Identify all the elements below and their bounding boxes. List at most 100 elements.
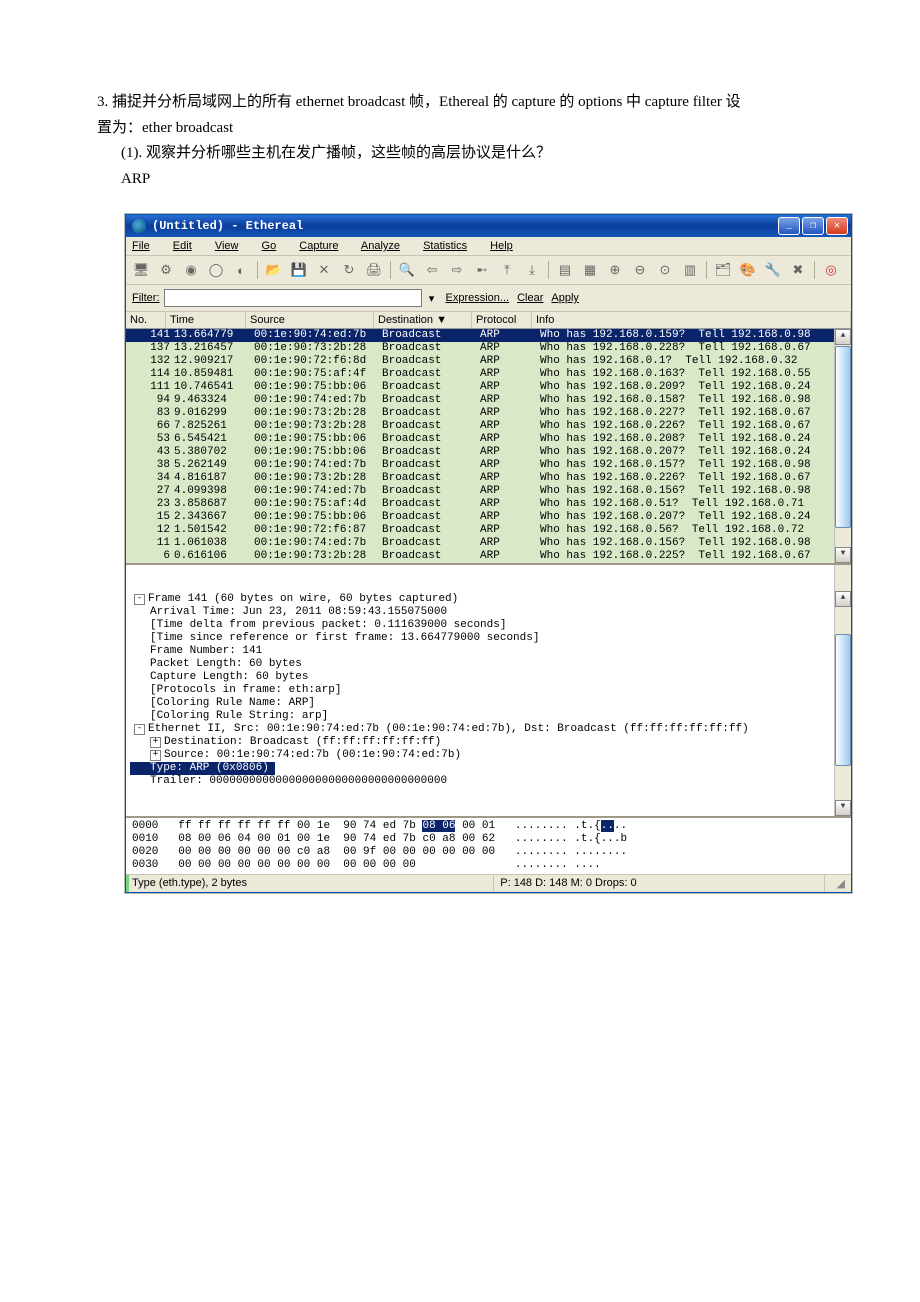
col-no[interactable]: No. [126, 312, 166, 328]
scroll-up-icon[interactable]: ▲ [835, 329, 851, 345]
tree-row[interactable]: [Coloring Rule Name: ARP] [130, 697, 847, 710]
scroll-down-icon[interactable]: ▼ [835, 800, 851, 816]
back-icon[interactable]: ⇦ [421, 259, 443, 281]
details-scrollbar[interactable]: ▲ ▼ [834, 565, 851, 816]
titlebar[interactable]: (Untitled) - Ethereal _ ❐ ✕ [126, 215, 851, 237]
tree-row[interactable]: +Source: 00:1e:90:74:ed:7b (00:1e:90:74:… [130, 749, 847, 762]
zoom100-icon[interactable]: ⊙ [654, 259, 676, 281]
menu-file[interactable]: File [132, 240, 160, 252]
resize-cols-icon[interactable]: ▥ [679, 259, 701, 281]
help-icon[interactable]: ✖ [787, 259, 809, 281]
coloring-icon[interactable]: 🎨 [737, 259, 759, 281]
col-protocol[interactable]: Protocol [472, 312, 532, 328]
table-row[interactable]: 274.099398 00:1e:90:74:ed:7bBroadcast AR… [126, 485, 851, 498]
packet-bytes-pane[interactable]: 0000 ff ff ff ff ff ff 00 1e 90 74 ed 7b… [126, 816, 851, 874]
menu-view[interactable]: View [215, 240, 249, 252]
forward-icon[interactable]: ⇨ [446, 259, 468, 281]
table-row[interactable]: 344.816187 00:1e:90:73:2b:28Broadcast AR… [126, 472, 851, 485]
packet-list[interactable]: ▲ ▼ 14113.664779 00:1e:90:74:ed:7bBroadc… [126, 329, 851, 563]
table-row[interactable]: 536.545421 00:1e:90:75:bb:06Broadcast AR… [126, 433, 851, 446]
tree-row[interactable]: Arrival Time: Jun 23, 2011 08:59:43.1550… [130, 606, 847, 619]
table-row[interactable]: 111.061038 00:1e:90:74:ed:7bBroadcast AR… [126, 537, 851, 550]
reload-icon[interactable]: ↻ [338, 259, 360, 281]
restart-capture-icon[interactable]: ◐ [230, 259, 252, 281]
menu-capture[interactable]: Capture [299, 240, 348, 252]
scroll-up-icon[interactable]: ▲ [835, 591, 851, 607]
table-row[interactable]: 435.380702 00:1e:90:75:bb:06Broadcast AR… [126, 446, 851, 459]
menu-analyze[interactable]: Analyze [361, 240, 410, 252]
scroll-down-icon[interactable]: ▼ [835, 547, 851, 563]
tree-row[interactable]: [Time delta from previous packet: 0.1116… [130, 619, 847, 632]
table-row[interactable]: 839.016299 00:1e:90:73:2b:28Broadcast AR… [126, 407, 851, 420]
packet-list-scrollbar[interactable]: ▲ ▼ [834, 329, 851, 563]
filter-expression[interactable]: Expression... [446, 292, 510, 304]
tree-row[interactable]: Trailer: 0000000000000000000000000000000… [130, 775, 847, 788]
table-row[interactable]: 11410.859481 00:1e:90:75:af:4fBroadcast … [126, 368, 851, 381]
save-icon[interactable]: 💾 [288, 259, 310, 281]
toolbar: 🖥 ⚙ ◉ ◯ ◐ 📂 💾 ✕ ↻ 🖨 🔍 ⇦ ⇨ ➸ ⤒ ⤓ ▤ ▦ ⊕ ⊖ … [126, 256, 851, 285]
tree-row[interactable]: -Frame 141 (60 bytes on wire, 60 bytes c… [130, 593, 847, 606]
tree-row[interactable]: +Destination: Broadcast (ff:ff:ff:ff:ff:… [130, 736, 847, 749]
filter-dropdown-icon[interactable]: ▾ [426, 292, 438, 305]
filter-apply[interactable]: Apply [551, 292, 579, 304]
filter-input[interactable] [164, 289, 422, 307]
top-icon[interactable]: ⤒ [496, 259, 518, 281]
stop-capture-icon[interactable]: ◯ [205, 259, 227, 281]
table-row[interactable]: 385.262149 00:1e:90:74:ed:7bBroadcast AR… [126, 459, 851, 472]
colorize-icon[interactable]: ▤ [554, 259, 576, 281]
filter-label[interactable]: Filter: [132, 292, 160, 304]
bottom-icon[interactable]: ⤓ [521, 259, 543, 281]
tree-row[interactable]: [Protocols in frame: eth:arp] [130, 684, 847, 697]
menu-go[interactable]: Go [262, 240, 287, 252]
menu-statistics[interactable]: Statistics [423, 240, 477, 252]
col-source[interactable]: Source [246, 312, 374, 328]
table-row[interactable]: 667.825261 00:1e:90:73:2b:28Broadcast AR… [126, 420, 851, 433]
autoscroll-icon[interactable]: ▦ [579, 259, 601, 281]
tree-row[interactable]: Packet Length: 60 bytes [130, 658, 847, 671]
table-row[interactable]: 233.858687 00:1e:90:75:af:4dBroadcast AR… [126, 498, 851, 511]
scroll-thumb[interactable] [835, 634, 851, 766]
tree-row[interactable]: Frame Number: 141 [130, 645, 847, 658]
table-row[interactable]: 121.501542 00:1e:90:72:f6:87Broadcast AR… [126, 524, 851, 537]
filters-icon[interactable]: 🗂 [712, 259, 734, 281]
open-icon[interactable]: 📂 [263, 259, 285, 281]
table-row[interactable]: 13212.909217 00:1e:90:72:f6:8dBroadcast … [126, 355, 851, 368]
table-row[interactable]: 14113.664779 00:1e:90:74:ed:7bBroadcast … [126, 329, 851, 342]
hex-bytes: 08 00 06 04 00 01 00 1e [178, 833, 330, 845]
table-row[interactable]: 60.616106 00:1e:90:73:2b:28Broadcast ARP… [126, 550, 851, 563]
filter-clear[interactable]: Clear [517, 292, 543, 304]
table-row[interactable]: 152.343667 00:1e:90:75:bb:06Broadcast AR… [126, 511, 851, 524]
question-line1: 3. 捕捉并分析局域网上的所有 ethernet broadcast 帧，Eth… [97, 90, 823, 116]
maximize-button[interactable]: ❐ [802, 217, 824, 235]
menu-help[interactable]: Help [490, 240, 523, 252]
col-info[interactable]: Info [532, 312, 851, 328]
tree-row[interactable]: -Ethernet II, Src: 00:1e:90:74:ed:7b (00… [130, 723, 847, 736]
col-time[interactable]: Time [166, 312, 246, 328]
scroll-thumb[interactable] [835, 346, 851, 528]
resize-grip-icon[interactable]: ◢ [825, 875, 851, 892]
menu-edit[interactable]: Edit [173, 240, 202, 252]
wiki-icon[interactable]: ◎ [820, 259, 842, 281]
interfaces-icon[interactable]: 🖥 [130, 259, 152, 281]
table-row[interactable]: 949.463324 00:1e:90:74:ed:7bBroadcast AR… [126, 394, 851, 407]
start-capture-icon[interactable]: ◉ [180, 259, 202, 281]
print-icon[interactable]: 🖨 [363, 259, 385, 281]
tree-row[interactable]: [Time since reference or first frame: 13… [130, 632, 847, 645]
tree-row[interactable]: Type: ARP (0x0806) [130, 762, 847, 775]
goto-icon[interactable]: ➸ [471, 259, 493, 281]
app-icon [132, 219, 146, 233]
close-file-icon[interactable]: ✕ [313, 259, 335, 281]
tree-row[interactable]: [Coloring Rule String: arp] [130, 710, 847, 723]
col-destination[interactable]: Destination ▼ [374, 312, 472, 328]
find-icon[interactable]: 🔍 [396, 259, 418, 281]
zoomout-icon[interactable]: ⊖ [629, 259, 651, 281]
close-button[interactable]: ✕ [826, 217, 848, 235]
table-row[interactable]: 13713.216457 00:1e:90:73:2b:28Broadcast … [126, 342, 851, 355]
table-row[interactable]: 11110.746541 00:1e:90:75:bb:06Broadcast … [126, 381, 851, 394]
options-icon[interactable]: ⚙ [155, 259, 177, 281]
minimize-button[interactable]: _ [778, 217, 800, 235]
zoomin-icon[interactable]: ⊕ [604, 259, 626, 281]
tree-row[interactable]: Capture Length: 60 bytes [130, 671, 847, 684]
prefs-icon[interactable]: 🔧 [762, 259, 784, 281]
packet-details-pane[interactable]: -Frame 141 (60 bytes on wire, 60 bytes c… [126, 563, 851, 816]
